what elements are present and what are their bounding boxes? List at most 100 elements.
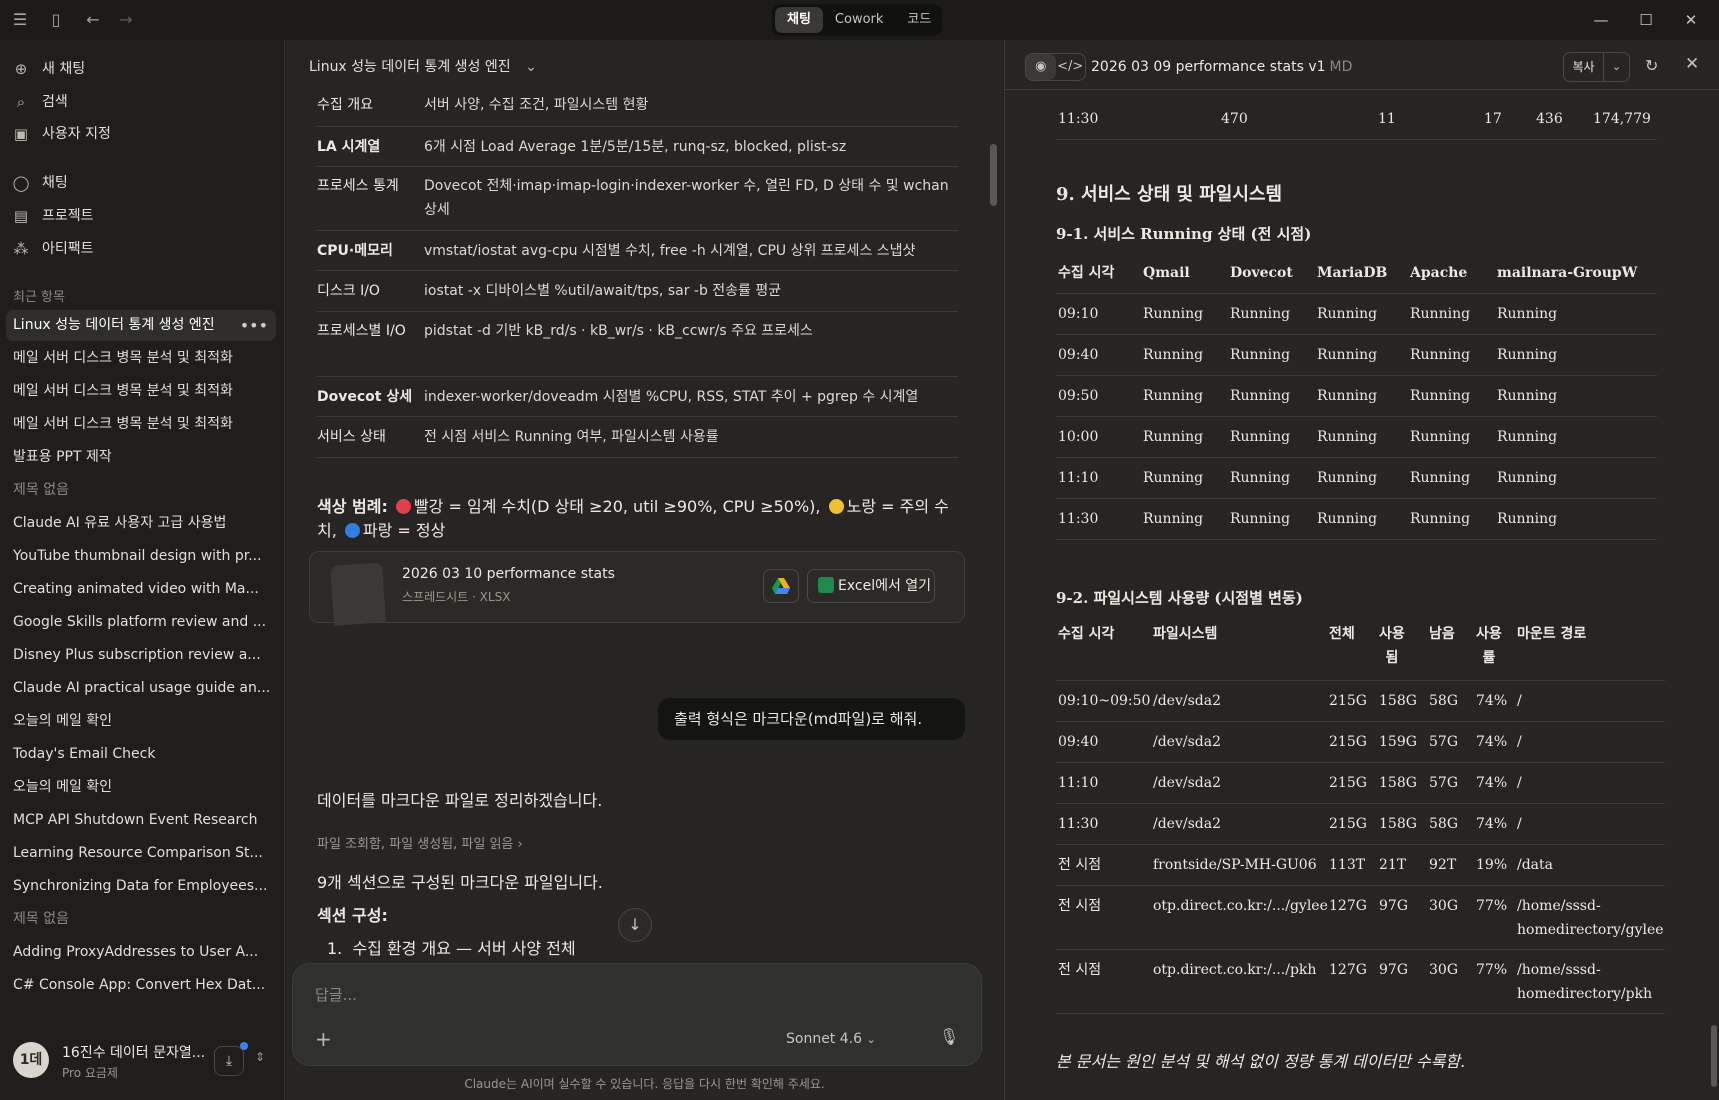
table-cell: otp.direct.co.kr:/.../pkh [1153,962,1317,978]
spreadsheet-icon [329,562,387,626]
preview-eye-icon[interactable]: ◉ [1026,54,1056,80]
table-row: LA 시계열 6개 시점 Load Average 1분/5분/15분, run… [317,127,958,167]
recent-chat-item[interactable]: Learning Resource Comparison St... [6,838,276,869]
chevron-down-icon[interactable]: ⌄ [1604,53,1629,81]
more-options-icon[interactable]: ••• [240,310,268,341]
recent-chat-item[interactable]: Creating animated video with Ma... [6,574,276,605]
recent-chat-item[interactable]: YouTube thumbnail design with pr... [6,541,276,572]
tool-activity-summary[interactable]: 파일 조회함, 파일 생성됨, 파일 읽음 › [317,833,523,852]
refresh-icon[interactable]: ↻ [1645,56,1658,75]
close-panel-icon[interactable]: ✕ [1685,54,1699,74]
chevron-updown-icon[interactable]: ⇕ [255,1050,265,1064]
table-cell: Running [1143,511,1204,527]
table-cell: Running [1143,347,1204,363]
table-row: CPU·메모리 vmstat/iostat avg-cpu 시점별 수치, fr… [317,231,958,271]
table-cell: / [1517,775,1522,791]
table-row: 전 시점 otp.direct.co.kr:/.../gylee 127G 97G 30… [1056,886,1665,950]
recent-chat-item[interactable]: 제목 없음 [6,475,276,506]
notification-dot [240,1042,248,1050]
table-cell: 74% [1476,734,1508,750]
table-cell: 30G [1429,962,1458,978]
tab-code[interactable]: 코드 [895,7,943,33]
recent-chat-item[interactable]: Linux 성능 데이터 통계 생성 엔진 ••• [6,310,276,341]
table-cell: 09:50 [1058,388,1099,404]
recent-chat-item[interactable]: 발표용 PPT 제작 [6,442,276,473]
table-cell: / [1517,693,1522,709]
code-view-icon[interactable]: </> [1056,54,1086,80]
recent-chat-item[interactable]: 오늘의 메일 확인 [6,706,276,737]
projects-nav-item[interactable]: ▤ 프로젝트 [10,202,94,230]
section-heading: 섹션 구성: [317,906,388,925]
recent-chat-item[interactable]: MCP API Shutdown Event Research [6,805,276,836]
nav-label: 사용자 지정 [42,126,111,142]
tab-cowork[interactable]: Cowork [823,7,896,33]
table-cell: Running [1230,388,1291,404]
table-cell: frontside/SP-MH-GU06 [1153,857,1317,873]
attach-plus-icon[interactable]: + [315,1027,332,1051]
recent-chat-item[interactable]: 오늘의 메일 확인 [6,772,276,803]
recent-chat-item[interactable]: Claude AI 유료 사용자 고급 사용법 [6,508,276,539]
chat-scrollbar[interactable] [990,144,997,206]
table-cell: Running [1410,347,1471,363]
forward-arrow-icon[interactable]: → [115,9,137,31]
recent-chat-item[interactable]: 제목 없음 [6,904,276,935]
recent-chat-item[interactable]: 메일 서버 디스크 병목 분석 및 최적화 [6,343,276,374]
maximize-icon[interactable]: ☐ [1634,8,1658,32]
google-drive-button[interactable] [763,569,799,603]
back-arrow-icon[interactable]: ← [82,9,104,31]
assistant-reply: 데이터를 마크다운 파일로 정리하겠습니다. [317,791,603,810]
recent-chat-item[interactable]: Google Skills platform review and ... [6,607,276,638]
recent-chat-item[interactable]: Today's Email Check [6,739,276,770]
column-header: 사용 률 [1476,626,1502,666]
reply-input-placeholder[interactable]: 답글... [315,984,357,1005]
new-chat-button[interactable]: ⊕ 새 채팅 [10,55,85,83]
table-value: 전 시점 서비스 Running 여부, 파일시스템 사용률 [424,429,719,445]
table-cell: Running [1143,306,1204,322]
table-cell: Running [1410,388,1471,404]
open-in-excel-button[interactable]: Excel에서 열기 [807,569,935,603]
chat-title-dropdown[interactable]: Linux 성능 데이터 통계 생성 엔진 ⌄ [309,56,537,76]
chats-nav-item[interactable]: ◯ 채팅 [10,169,68,197]
copy-button[interactable]: 복사 [1564,53,1604,81]
recent-chat-item[interactable]: Disney Plus subscription review a... [6,640,276,671]
file-attachment-card[interactable]: 2026 03 10 performance stats 스프레드시트 · XL… [309,551,965,626]
recent-chat-item[interactable]: 메일 서버 디스크 병목 분석 및 최적화 [6,376,276,407]
table-cell: 11 [1378,111,1396,127]
table-cell: Running [1410,429,1471,445]
column-header: 남음 [1429,626,1455,642]
minimize-icon[interactable]: — [1589,8,1613,32]
menu-icon[interactable]: ☰ [9,9,31,31]
column-header: 수집 시각 [1058,265,1115,281]
recent-chat-item[interactable]: Synchronizing Data for Employees... [6,871,276,902]
table-key: 수집 개요 [317,97,373,113]
message-composer[interactable]: 답글... + Sonnet 4.6 ⌄ 🎙 [292,963,982,1066]
table-cell: Running [1317,511,1378,527]
customize-button[interactable]: ▣ 사용자 지정 [10,120,111,148]
table-cell: 215G [1329,816,1367,832]
document-scrollbar[interactable] [1711,1025,1717,1087]
sidebar-toggle-icon[interactable]: ▯ [45,9,67,31]
artifacts-nav-item[interactable]: ⁂ 아티팩트 [10,235,94,263]
recent-chat-item[interactable]: 메일 서버 디스크 병목 분석 및 최적화 [6,409,276,440]
list-item-text: 수집 환경 개요 — 서버 사양 전체 [352,939,576,958]
nav-label: 아티팩트 [42,241,94,257]
user-message-bubble: 출력 형식은 마크다운(md파일)로 해줘. [658,698,965,740]
recent-chat-item[interactable]: Claude AI practical usage guide an... [6,673,276,704]
avatar: 1데 [13,1042,49,1078]
chat-title: Linux 성능 데이터 통계 생성 엔진 [309,59,511,75]
model-selector[interactable]: Sonnet 4.6 ⌄ [786,1031,876,1047]
table-value: vmstat/iostat avg-cpu 시점별 수치, free -h 시계… [424,243,916,259]
recent-chat-title: Linux 성능 데이터 통계 생성 엔진 [13,317,215,333]
close-window-icon[interactable]: ✕ [1679,8,1703,32]
table-cell: 전 시점 [1058,962,1102,978]
document-panel: ◉ </> 2026 03 09 performance stats v1 MD … [1004,40,1719,1100]
recent-chat-item[interactable]: C# Console App: Convert Hex Dat... [6,970,276,1001]
microphone-icon[interactable]: 🎙 [939,1027,959,1046]
table-cell: 77% [1476,898,1508,914]
scroll-to-bottom-button[interactable]: ↓ [618,908,652,942]
recent-chat-item[interactable]: Adding ProxyAddresses to User A... [6,937,276,968]
tab-chat[interactable]: 채팅 [775,7,823,33]
search-button[interactable]: ⌕ 검색 [10,88,68,116]
download-app-button[interactable]: ⤓ [214,1046,244,1076]
user-profile[interactable]: 1데 16진수 데이터 문자열... Pro 요금제 ⤓ ⇕ [0,1030,285,1100]
